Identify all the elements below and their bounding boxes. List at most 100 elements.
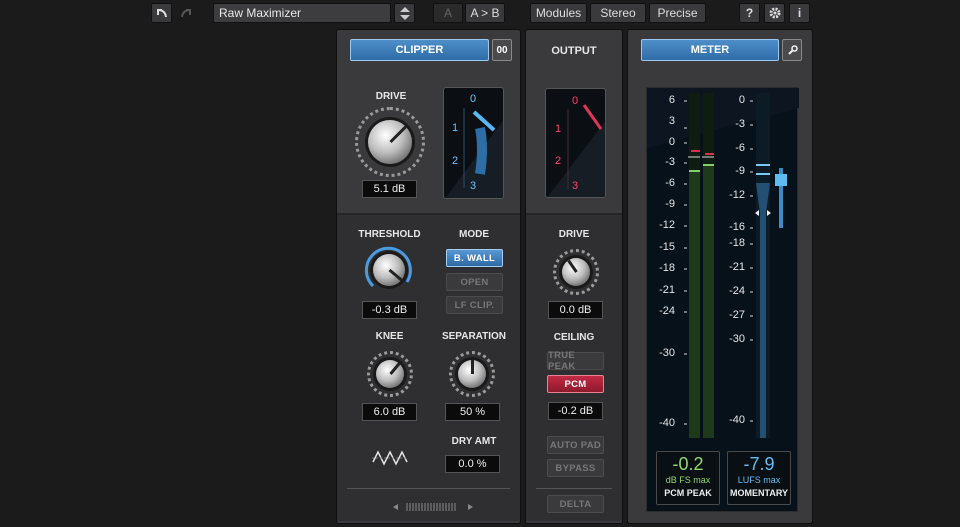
meter-settings-button[interactable] bbox=[782, 39, 802, 61]
separation-label: SEPARATION bbox=[441, 331, 507, 342]
output-panel: OUTPUT 0 1 2 3 DRIVE 0.0 dB CEILING TRUE… bbox=[525, 29, 623, 524]
output-tick-2: 2 bbox=[555, 155, 562, 167]
bypass-button[interactable]: BYPASS bbox=[547, 459, 604, 477]
output-tick-1: 1 bbox=[555, 123, 562, 135]
chevron-down-icon[interactable] bbox=[400, 15, 410, 20]
output-tick-3: 3 bbox=[572, 180, 579, 192]
output-tick-0: 0 bbox=[572, 95, 579, 107]
help-button[interactable]: ? bbox=[739, 3, 760, 23]
preset-name-field[interactable]: Raw Maximizer bbox=[213, 3, 391, 23]
pcm-peak-readout[interactable]: -0.2 dB FS max PCM PEAK bbox=[656, 451, 720, 505]
lufs-scale-m27: -27 bbox=[729, 309, 745, 321]
ceiling-label: CEILING bbox=[553, 332, 595, 343]
knob-pointer bbox=[470, 360, 474, 374]
lufs-value: -7.9 bbox=[743, 454, 775, 474]
chevron-up-icon[interactable] bbox=[400, 7, 410, 12]
undo-button[interactable] bbox=[151, 3, 172, 23]
peak-scale-m15: -15 bbox=[659, 241, 675, 253]
meter-title-button[interactable]: METER bbox=[641, 39, 779, 61]
lufs-scale-m12: -12 bbox=[729, 189, 745, 201]
peak-scale-m30: -30 bbox=[659, 347, 675, 359]
settings-button[interactable] bbox=[764, 3, 785, 23]
clipper-tick-0: 0 bbox=[470, 93, 477, 105]
lufs-scale-m6: -6 bbox=[735, 142, 745, 154]
waveform-icon[interactable] bbox=[372, 448, 408, 473]
wrench-icon bbox=[787, 44, 798, 55]
divider bbox=[347, 488, 510, 489]
pcm-peak-label: PCM PEAK bbox=[664, 488, 712, 498]
clipper-panel: CLIPPER 00 DRIVE 5.1 dB 0 1 2 3 THRESHOL… bbox=[336, 29, 521, 524]
delta-button[interactable]: DELTA bbox=[547, 495, 604, 513]
tab-precise[interactable]: Precise bbox=[649, 3, 706, 23]
clipper-drive-knob[interactable] bbox=[355, 107, 425, 177]
threshold-value[interactable]: -0.3 dB bbox=[362, 301, 417, 319]
lufs-scale-m30: -30 bbox=[729, 333, 745, 345]
output-title: OUTPUT bbox=[551, 45, 597, 57]
mode-open-button[interactable]: OPEN bbox=[446, 273, 503, 291]
lufs-scale-m3: -3 bbox=[735, 118, 745, 130]
separation-knob[interactable] bbox=[449, 351, 495, 397]
maximizer-plugin-window: Raw Maximizer A A > B Modules Stereo Pre… bbox=[0, 0, 960, 527]
true-peak-button[interactable]: TRUE PEAK bbox=[547, 350, 604, 372]
tab-modules[interactable]: Modules bbox=[530, 3, 587, 23]
lufs-scale-m9: -9 bbox=[735, 165, 745, 177]
peak-scale-m21: -21 bbox=[659, 284, 675, 296]
scroll-control[interactable] bbox=[393, 499, 473, 511]
lufs-label: MOMENTARY bbox=[730, 488, 788, 498]
redo-icon bbox=[180, 9, 191, 18]
mode-lfclip-button[interactable]: LF CLIP. bbox=[446, 296, 503, 314]
peak-scale-m18: -18 bbox=[659, 262, 675, 274]
auto-pad-button[interactable]: AUTO PAD bbox=[547, 436, 604, 454]
tab-stereo[interactable]: Stereo bbox=[590, 3, 646, 23]
clipper-mini-meter: 0 1 2 3 bbox=[443, 87, 504, 199]
mode-bwall-button[interactable]: B. WALL bbox=[446, 249, 503, 267]
peak-scale-m3: -3 bbox=[665, 156, 675, 168]
threshold-label: THRESHOLD bbox=[358, 229, 421, 240]
ab-a-button[interactable]: A bbox=[433, 3, 463, 23]
peak-scale-m6: -6 bbox=[665, 177, 675, 189]
peak-scale-0: 0 bbox=[668, 136, 675, 148]
knee-knob[interactable] bbox=[367, 351, 413, 397]
lufs-unit: LUFS max bbox=[737, 475, 781, 485]
lufs-readout[interactable]: -7.9 LUFS max MOMENTARY bbox=[727, 451, 791, 505]
redo-button[interactable] bbox=[175, 3, 196, 23]
clipper-drive-value[interactable]: 5.1 dB bbox=[362, 180, 417, 198]
dry-amt-label: DRY AMT bbox=[451, 436, 497, 447]
output-drive-value[interactable]: 0.0 dB bbox=[548, 301, 603, 319]
peak-scale-3: 3 bbox=[668, 115, 675, 127]
preset-stepper[interactable] bbox=[394, 3, 415, 23]
output-mini-meter: 0 1 2 3 bbox=[545, 88, 606, 198]
ceiling-value[interactable]: -0.2 dB bbox=[548, 402, 603, 420]
undo-icon bbox=[156, 9, 167, 18]
drive-label: DRIVE bbox=[375, 91, 407, 102]
output-drive-label: DRIVE bbox=[558, 229, 590, 240]
divider bbox=[536, 488, 612, 489]
clipper-tick-2: 2 bbox=[452, 155, 459, 167]
clipper-enable-button[interactable]: CLIPPER bbox=[350, 39, 489, 61]
clipper-link-button[interactable]: 00 bbox=[492, 39, 512, 61]
meter-display: 6 3 0 -3 -6 -9 -12 -15 -18 -21 -24 -30 -… bbox=[646, 87, 799, 512]
knee-label: KNEE bbox=[375, 331, 404, 342]
peak-scale-m12: -12 bbox=[659, 219, 675, 231]
output-drive-knob[interactable] bbox=[553, 249, 599, 295]
knee-value[interactable]: 6.0 dB bbox=[362, 403, 417, 421]
peak-scale-m40: -40 bbox=[659, 417, 675, 429]
lufs-scale-m24: -24 bbox=[729, 285, 745, 297]
pcm-peak-unit: dB FS max bbox=[665, 475, 711, 485]
lufs-scale-m18: -18 bbox=[729, 237, 745, 249]
info-button[interactable]: i bbox=[789, 3, 810, 23]
threshold-knob[interactable] bbox=[363, 244, 415, 296]
clipper-tick-3: 3 bbox=[470, 180, 477, 192]
peak-scale-6: 6 bbox=[668, 94, 675, 106]
pcm-button[interactable]: PCM bbox=[547, 375, 604, 393]
lufs-scale-m21: -21 bbox=[729, 261, 745, 273]
clipper-tick-1: 1 bbox=[452, 122, 459, 134]
lufs-scale-0: 0 bbox=[738, 94, 745, 106]
lufs-scale-m40: -40 bbox=[729, 414, 745, 426]
peak-scale-m24: -24 bbox=[659, 305, 675, 317]
peak-scale-m9: -9 bbox=[665, 198, 675, 210]
dry-amt-value[interactable]: 0.0 % bbox=[445, 455, 500, 473]
separation-value[interactable]: 50 % bbox=[445, 403, 500, 421]
pcm-peak-value: -0.2 bbox=[672, 454, 704, 474]
ab-copy-button[interactable]: A > B bbox=[465, 3, 505, 23]
